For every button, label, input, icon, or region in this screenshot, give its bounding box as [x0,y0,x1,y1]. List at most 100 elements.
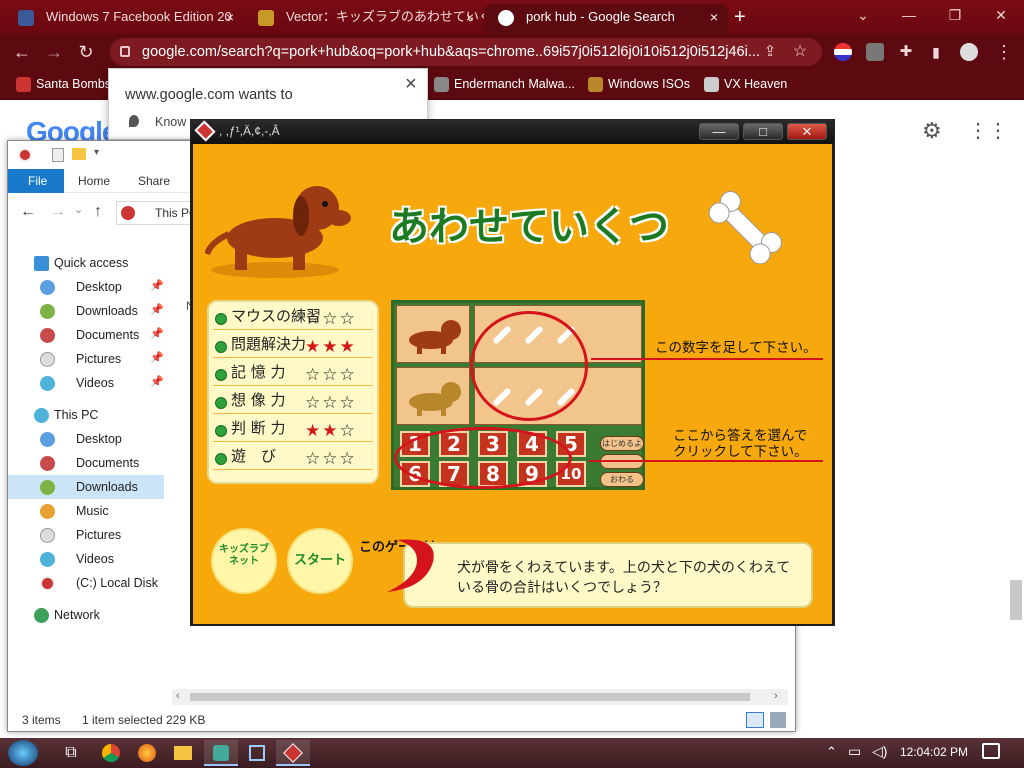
nav-network[interactable]: Network [8,603,164,627]
scroll-left-icon[interactable]: ‹ [176,690,180,702]
star-icon: ★ [305,337,323,356]
nav-label: Network [54,608,100,622]
game-minimize-button[interactable]: — [699,123,739,140]
forward-arrow-icon[interactable]: → [50,203,66,221]
new-tab-button[interactable]: + [734,3,746,31]
nav-this-pc[interactable]: This PC [8,403,164,427]
extension-flag-icon[interactable] [834,43,852,61]
profile-avatar-icon[interactable] [960,43,978,61]
nav-quick-pictures[interactable]: Pictures 📌 [8,347,164,371]
nav-pc-videos[interactable]: Videos [8,547,164,571]
taskbar-virtualbox[interactable] [240,740,274,766]
start-button[interactable]: スタート [287,528,353,594]
volume-icon[interactable]: ◁) [872,743,887,760]
nav-quick-videos[interactable]: Videos 📌 [8,371,164,395]
game-app-icon [194,120,216,142]
restore-button[interactable]: ❐ [932,0,978,30]
horizontal-scrollbar[interactable]: ‹ › [172,689,788,705]
apps-grid-icon[interactable]: ⋮⋮ [968,118,1008,143]
red-swirl-decoration [387,539,434,592]
ribbon-tab-share[interactable]: Share [126,169,182,193]
new-folder-icon[interactable] [72,148,86,160]
scrollbar-thumb[interactable] [1010,580,1022,620]
ribbon-tab-home[interactable]: Home [66,169,122,193]
forward-arrow-icon[interactable]: → [40,34,68,70]
tab-search-chevron-icon[interactable]: ⌄ [840,0,886,30]
bookmark-label: Santa Bombs [36,77,112,91]
bookmark-star-icon[interactable]: ☆ [786,34,814,70]
notification-icon[interactable] [982,743,1000,759]
quick-access-dropdown-icon[interactable]: ▾ [94,147,99,158]
game-title: あわせていくつ [389,204,669,250]
share-icon[interactable]: ⇪ [756,34,784,70]
star-icon: ☆ [339,365,357,384]
nav-pc-local-disk[interactable]: (C:) Local Disk [8,571,164,595]
nav-pc-documents[interactable]: Documents [8,451,164,475]
scroll-right-icon[interactable]: › [774,690,778,702]
scrollbar-thumb[interactable] [190,693,750,701]
nav-quick-documents[interactable]: Documents 📌 [8,323,164,347]
reload-icon[interactable]: ↻ [72,34,100,70]
folder-icon [174,746,192,760]
game-maximize-button[interactable]: □ [743,123,783,140]
network-icon[interactable]: ▭ [848,743,861,760]
back-arrow-icon[interactable]: ← [8,34,36,70]
tab-close-button[interactable]: × [466,4,474,30]
nav-quick-access[interactable]: Quick access [8,251,164,275]
page-scrollbar[interactable] [1008,100,1024,740]
nav-pc-pictures[interactable]: Pictures [8,523,164,547]
back-arrow-icon[interactable]: ← [20,203,36,221]
tab-close-button[interactable]: × [710,4,718,30]
tab-vector[interactable]: Vector：キッズラブのあわせていくつ × [244,4,484,34]
taskbar-explorer[interactable] [166,740,200,766]
start-button[interactable] [8,740,38,766]
nav-quick-desktop[interactable]: Desktop 📌 [8,275,164,299]
pin-icon: 📌 [150,376,164,388]
popup-close-button[interactable]: × [405,73,417,96]
up-arrow-icon[interactable]: ↑ [94,203,102,221]
ribbon-tab-file[interactable]: File [8,169,64,193]
side-panel-icon[interactable]: ▮ [922,34,950,70]
lock-icon [120,46,130,57]
bookmark-vx-heaven[interactable]: VX Heaven [702,70,787,100]
bookmark-endermanch[interactable]: Endermanch Malwa... [432,70,575,100]
tab-windows7[interactable]: Windows 7 Facebook Edition 20 × [4,4,244,34]
taskbar-game-launcher[interactable] [204,740,238,766]
start-game-button[interactable]: はじめるよ [600,436,644,451]
extension-s-icon[interactable] [866,43,884,61]
nav-pc-music[interactable]: Music [8,499,164,523]
star-icon: ☆ [305,393,323,412]
bookmark-windows-isos[interactable]: Windows ISOs [586,70,690,100]
chevron-up-icon[interactable]: ⌃ [826,744,837,760]
kidslove-net-button[interactable]: キッズラブネット [211,528,277,594]
star-icon: ★ [339,337,357,356]
nav-quick-downloads[interactable]: Downloads 📌 [8,299,164,323]
extensions-puzzle-icon[interactable]: ✚ [892,34,920,70]
taskbar-game[interactable] [276,740,310,766]
clock[interactable]: 12:04:02 PM [900,745,968,759]
game-close-button[interactable]: ✕ [787,123,827,140]
address-bar[interactable]: google.com/search?q=pork+hub&oq=pork+hub… [110,38,822,66]
taskbar-firefox[interactable] [130,740,164,766]
recent-locations-chevron-icon[interactable]: ⌄ [74,203,83,216]
minimize-button[interactable]: — [886,0,932,30]
close-window-button[interactable]: ✕ [978,0,1024,30]
nav-pc-desktop[interactable]: Desktop [8,427,164,451]
task-view-icon[interactable]: ⧉ [54,740,88,766]
menu-kebab-icon[interactable]: ⋮ [990,34,1018,70]
tab-google-search[interactable]: pork hub - Google Search × [484,4,728,34]
santa-icon [16,77,31,92]
bone-icon [708,191,782,265]
large-icons-view-icon[interactable] [770,712,786,728]
properties-icon[interactable] [52,148,64,162]
green-dot-icon [215,341,227,353]
bookmark-santa-bombs[interactable]: Santa Bombs [14,70,111,100]
settings-gear-icon[interactable]: ⚙ [922,118,942,144]
details-view-icon[interactable] [746,712,764,728]
taskbar-chrome[interactable] [94,740,128,766]
tab-close-button[interactable]: × [226,4,234,30]
url-text: google.com/search?q=pork+hub&oq=pork+hub… [142,44,760,60]
skill-stars: ★★★ [305,338,357,356]
end-game-button[interactable]: おわる [600,472,644,487]
nav-pc-downloads[interactable]: Downloads [8,475,164,499]
